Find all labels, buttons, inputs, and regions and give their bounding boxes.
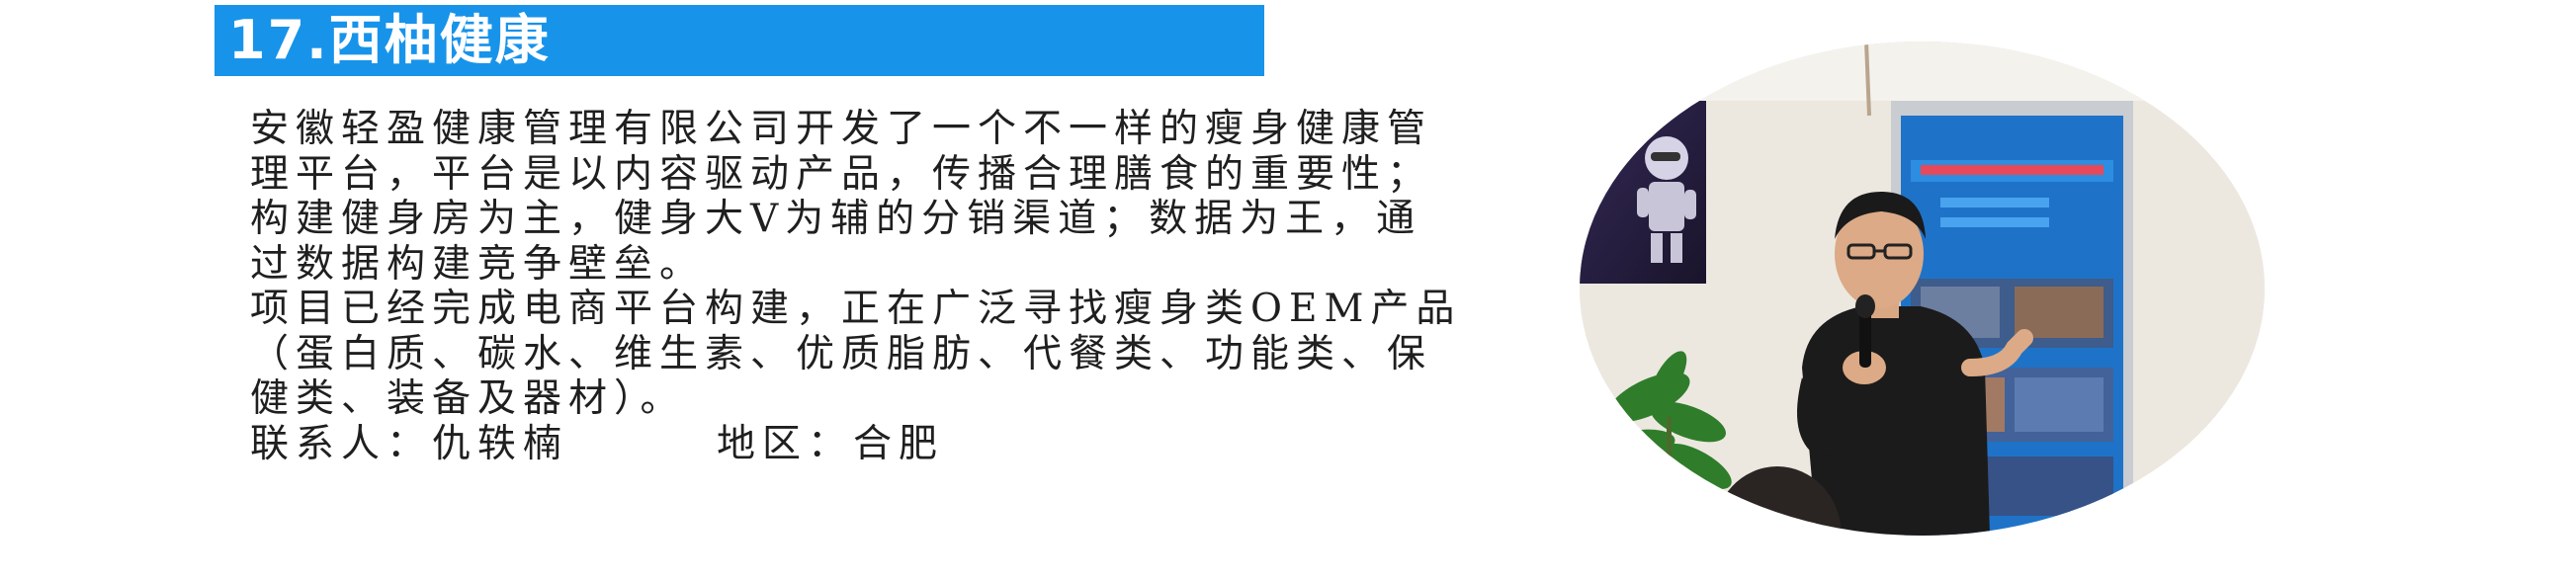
presenter-photo (1580, 42, 2265, 536)
description-line-2: 理平台，平台是以内容驱动产品，传播合理膳食的重要性； (250, 151, 1433, 197)
contact-line: 联系人：仇轶楠 地区：合肥 (250, 422, 1555, 467)
section-title: 17.西柚健康 (228, 9, 551, 71)
section-title-bar: 17.西柚健康 (215, 5, 1264, 76)
contact-person: 联系人：仇轶楠 (250, 421, 569, 466)
presenter-photo-illustration (1580, 42, 2265, 536)
description-line-6: （蛋白质、碳水、维生素、优质脂肪、代餐类、功能类、保 (250, 331, 1433, 376)
company-description: 安徽轻盈健康管理有限公司开发了一个不一样的瘦身健康管 理平台，平台是以内容驱动产… (250, 107, 1555, 466)
region: 地区：合肥 (717, 421, 945, 466)
description-line-4: 过数据构建竞争壁垒。 (250, 241, 706, 287)
description-line-7: 健类、装备及器材）。 (250, 376, 686, 421)
description-line-5: 项目已经完成电商平台构建，正在广泛寻找瘦身类OEM产品 (250, 287, 1462, 331)
description-line-3: 构建健身房为主，健身大V为辅的分销渠道；数据为王，通 (250, 197, 1422, 241)
description-line-1: 安徽轻盈健康管理有限公司开发了一个不一样的瘦身健康管 (250, 107, 1433, 151)
